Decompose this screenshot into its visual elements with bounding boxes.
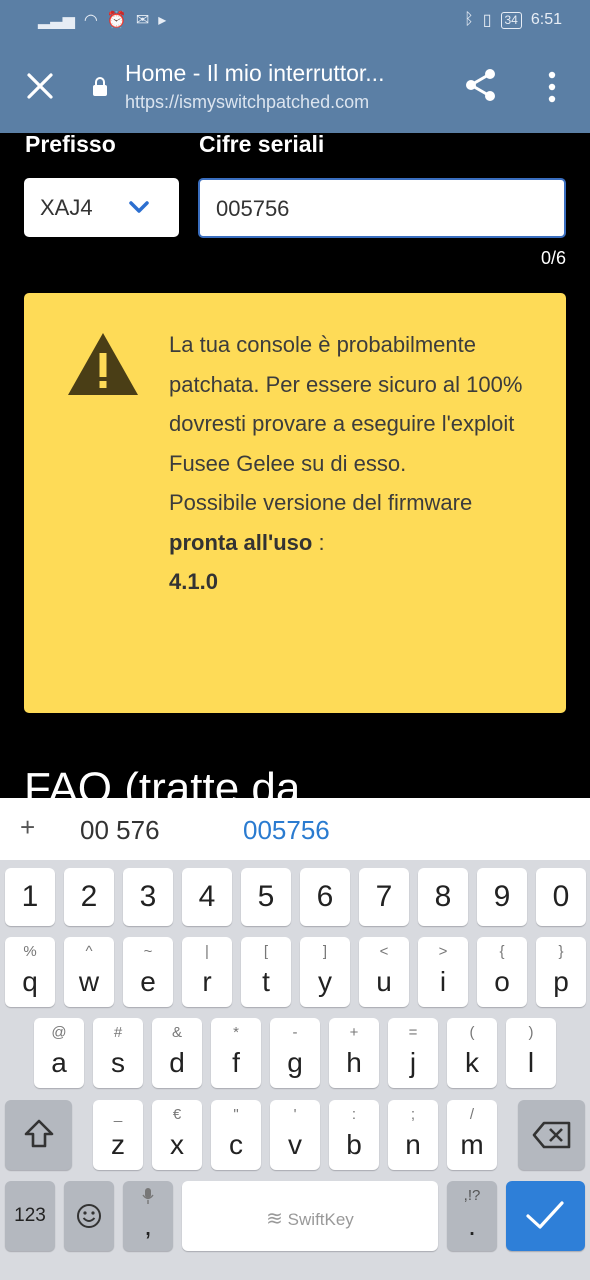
- serial-input[interactable]: 005756: [198, 178, 566, 238]
- space-key[interactable]: ≋ SwiftKey: [182, 1181, 438, 1251]
- key-m[interactable]: / m: [447, 1100, 497, 1170]
- ready-to-use: pronta all'uso: [169, 529, 313, 555]
- key-c[interactable]: " c: [211, 1100, 261, 1170]
- firmware-version: 4.1.0: [169, 569, 218, 594]
- comma-key[interactable]: ,: [123, 1181, 173, 1251]
- key-f[interactable]: * f: [211, 1018, 261, 1088]
- backspace-key[interactable]: [518, 1100, 585, 1170]
- key-q[interactable]: % q: [5, 937, 55, 1007]
- swiftkey-icon: ≋: [266, 1208, 283, 1230]
- prefix-label: Prefisso: [25, 131, 116, 157]
- key-y[interactable]: ] y: [300, 937, 350, 1007]
- key-d[interactable]: & d: [152, 1018, 202, 1088]
- wifi-icon: ◠: [83, 12, 98, 29]
- key-r[interactable]: | r: [182, 937, 232, 1007]
- key-t[interactable]: [t: [241, 937, 291, 1007]
- key-2[interactable]: 2: [64, 868, 114, 926]
- microphone-icon: [142, 1188, 154, 1204]
- notification-icon: ▸: [158, 12, 167, 29]
- key-a[interactable]: @ a: [34, 1018, 84, 1088]
- key-6[interactable]: 6: [300, 868, 350, 926]
- emoji-icon: [77, 1204, 101, 1228]
- battery-indicator: 34: [500, 11, 522, 29]
- warning-icon: [66, 331, 140, 397]
- key-n[interactable]: ; n: [388, 1100, 438, 1170]
- page-url[interactable]: https://ismyswitchpatched.com: [125, 92, 425, 113]
- clock: 6:51: [530, 11, 562, 28]
- key-0[interactable]: 0: [536, 868, 586, 926]
- key-x[interactable]: € x: [152, 1100, 202, 1170]
- key-g[interactable]: -g: [270, 1018, 320, 1088]
- key-h[interactable]: + h: [329, 1018, 379, 1088]
- firmware-line: Possibile versione del firmware pronta a…: [169, 490, 473, 555]
- key-o[interactable]: {o: [477, 937, 527, 1007]
- warning-message: La tua console è probabilmente patchata.…: [169, 332, 523, 476]
- key-z[interactable]: _ z: [93, 1100, 143, 1170]
- suggestion-2[interactable]: 005756: [243, 815, 330, 846]
- key-9[interactable]: 9: [477, 868, 527, 926]
- key-i[interactable]: > i: [418, 937, 468, 1007]
- emoji-key[interactable]: [64, 1181, 114, 1251]
- key-b[interactable]: :b: [329, 1100, 379, 1170]
- suggestion-1[interactable]: 00 576: [80, 815, 160, 846]
- period-key[interactable]: ,!? .: [447, 1181, 497, 1251]
- status-icons-left: ▂▃▅ ◠ ⏰ ✉ ▸: [38, 10, 166, 30]
- key-l[interactable]: ) l: [506, 1018, 556, 1088]
- status-icons-right: ᛒ ▯ 34 6:51: [464, 10, 562, 30]
- plus-icon[interactable]: +: [20, 812, 35, 843]
- key-3[interactable]: 3: [123, 868, 173, 926]
- key-k[interactable]: (k: [447, 1018, 497, 1088]
- mail-icon: ✉: [135, 12, 150, 29]
- key-v[interactable]: ' v: [270, 1100, 320, 1170]
- prefix-value: XAJ4: [40, 195, 93, 220]
- serial-label: Cifre seriali: [199, 131, 325, 157]
- warning-box: La tua console è probabilmente patchata.…: [24, 293, 566, 713]
- key-1[interactable]: 1: [5, 868, 55, 926]
- chevron-down-icon: [128, 197, 150, 217]
- serial-value: 005756: [216, 196, 290, 221]
- key-8[interactable]: 8: [418, 868, 468, 926]
- warning-text: La tua console è probabilmente patchata.…: [169, 325, 529, 602]
- vibrate-icon: ▯: [482, 12, 492, 29]
- lock-icon: [92, 77, 108, 97]
- bluetooth-icon: ᛒ: [464, 11, 474, 28]
- key-w[interactable]: ^ w: [64, 937, 114, 1007]
- checkmark-icon: [526, 1201, 564, 1229]
- key-u[interactable]: < u: [359, 937, 409, 1007]
- character-counter: 0/6: [540, 248, 566, 268]
- key-j[interactable]: = j: [388, 1018, 438, 1088]
- keyboard: 1234567890 % q ^ w ~ e | r[t] y < u > i{o} p @ a # s & d * f…: [0, 860, 590, 1280]
- key-5[interactable]: 5: [241, 868, 291, 926]
- share-icon[interactable]: [464, 68, 498, 102]
- swiftkey-logo: ≋ SwiftKey: [266, 1208, 354, 1230]
- key-4[interactable]: 4: [182, 868, 232, 926]
- shift-key[interactable]: [5, 1100, 72, 1170]
- numbers-key[interactable]: 123: [5, 1181, 55, 1251]
- key-7[interactable]: 7: [359, 868, 409, 926]
- key-e[interactable]: ~ e: [123, 937, 173, 1007]
- signal-icon: ▂▃▅: [38, 12, 75, 29]
- alarm-icon: ⏰: [106, 12, 127, 29]
- page-title: Home - Il mio interruttor...: [125, 60, 385, 86]
- key-p[interactable]: } p: [536, 937, 586, 1007]
- prefix-select[interactable]: XAJ4: [24, 178, 179, 237]
- close-icon[interactable]: [24, 70, 56, 102]
- enter-key[interactable]: [506, 1181, 585, 1251]
- more-options-icon[interactable]: [540, 70, 564, 104]
- key-s[interactable]: # s: [93, 1018, 143, 1088]
